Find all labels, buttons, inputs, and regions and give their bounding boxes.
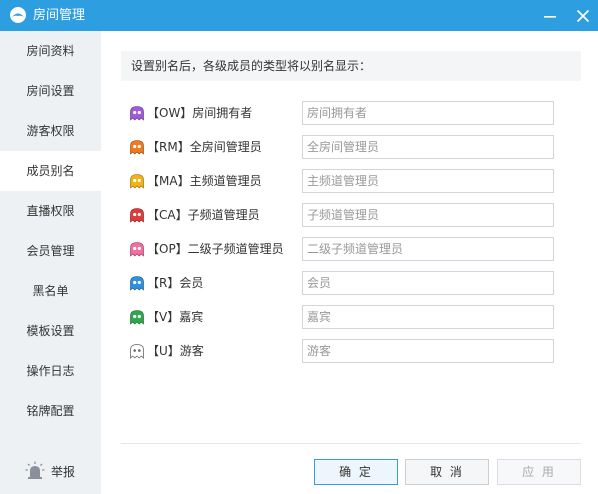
green-ghost-icon xyxy=(130,310,144,325)
role-label-sub-channel-manager: 【CA】子频道管理员 xyxy=(147,208,260,222)
sidebar-item-member-alias[interactable]: 成员别名 xyxy=(0,151,101,191)
white-ghost-icon xyxy=(130,344,144,359)
minimize-button[interactable] xyxy=(539,5,561,27)
role-row-sub-channel-manager: 【CA】子频道管理员 xyxy=(129,203,559,227)
window-title: 房间管理 xyxy=(33,8,86,23)
sidebar-item-room-settings[interactable]: 房间设置 xyxy=(0,71,101,111)
alias-info-text: 设置别名后，各级成员的类型将以别名显示： xyxy=(121,51,581,81)
role-row-guest-vip: 【V】嘉宾 xyxy=(129,305,559,329)
sidebar-item-room-info[interactable]: 房间资料 xyxy=(0,31,101,71)
role-label-owner: 【OW】房间拥有者 xyxy=(147,106,253,120)
yellow-ghost-icon xyxy=(130,174,144,189)
alias-input-second-level-manager[interactable] xyxy=(302,237,554,261)
cancel-button[interactable]: 取 消 xyxy=(405,459,489,485)
sidebar-item-operation-log[interactable]: 操作日志 xyxy=(0,351,101,391)
alias-input-main-channel-manager[interactable] xyxy=(302,169,554,193)
sidebar-item-live-permissions[interactable]: 直播权限 xyxy=(0,191,101,231)
close-icon xyxy=(576,9,590,23)
role-label-room-manager: 【RM】全房间管理员 xyxy=(147,140,262,154)
orange-ghost-icon xyxy=(130,140,144,155)
role-row-owner: 【OW】房间拥有者 xyxy=(129,101,559,125)
role-label-guest-vip: 【V】嘉宾 xyxy=(147,310,204,324)
sidebar-item-nameplate-config[interactable]: 铭牌配置 xyxy=(0,391,101,431)
apply-button[interactable]: 应 用 xyxy=(497,459,581,485)
ok-button[interactable]: 确 定 xyxy=(314,459,398,485)
alias-input-guest-vip[interactable] xyxy=(302,305,554,329)
role-label-visitor: 【U】游客 xyxy=(147,344,204,358)
purple-ghost-icon xyxy=(130,106,144,121)
role-row-member: 【R】会员 xyxy=(129,271,559,295)
role-row-main-channel-manager: 【MA】主频道管理员 xyxy=(129,169,559,193)
sidebar-item-template-settings[interactable]: 模板设置 xyxy=(0,311,101,351)
alias-input-sub-channel-manager[interactable] xyxy=(302,203,554,227)
app-logo-icon xyxy=(10,7,26,23)
report-button[interactable]: 举报 xyxy=(0,458,101,484)
alias-input-owner[interactable] xyxy=(302,101,554,125)
close-button[interactable] xyxy=(572,5,594,27)
alias-input-visitor[interactable] xyxy=(302,339,554,363)
role-row-second-level-manager: 【OP】二级子频道管理员 xyxy=(129,237,559,261)
role-row-visitor: 【U】游客 xyxy=(129,339,559,363)
main-panel: 设置别名后，各级成员的类型将以别名显示： 【OW】房间拥有者 【RM】全房间管理… xyxy=(101,31,598,494)
title-bar: 房间管理 xyxy=(0,0,598,31)
role-label-second-level-manager: 【OP】二级子频道管理员 xyxy=(147,242,284,256)
sidebar-item-member-management[interactable]: 会员管理 xyxy=(0,231,101,271)
role-label-member: 【R】会员 xyxy=(147,276,204,290)
sidebar-item-blacklist[interactable]: 黑名单 xyxy=(0,271,101,311)
role-row-room-manager: 【RM】全房间管理员 xyxy=(129,135,559,159)
alarm-siren-icon xyxy=(25,461,45,479)
sidebar: 房间资料 房间设置 游客权限 成员别名 直播权限 会员管理 黑名单 模板设置 操… xyxy=(0,31,101,494)
alias-input-room-manager[interactable] xyxy=(302,135,554,159)
red-ghost-icon xyxy=(130,208,144,223)
footer-divider xyxy=(121,443,581,444)
role-label-main-channel-manager: 【MA】主频道管理员 xyxy=(147,174,262,188)
blue-ghost-icon xyxy=(130,276,144,291)
report-label: 举报 xyxy=(51,465,76,479)
minimize-icon xyxy=(544,16,556,18)
alias-input-member[interactable] xyxy=(302,271,554,295)
pink-ghost-icon xyxy=(130,242,144,257)
sidebar-item-guest-permissions[interactable]: 游客权限 xyxy=(0,111,101,151)
